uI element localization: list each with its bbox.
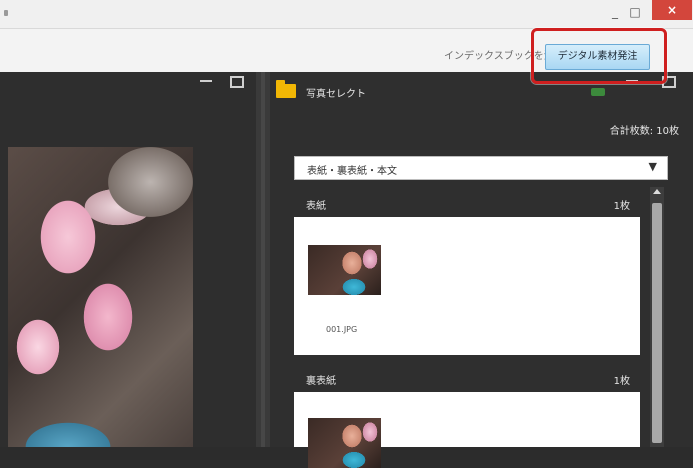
section-label: 裏表紙 <box>306 376 336 387</box>
window-minimize-button[interactable]: _ <box>606 4 624 22</box>
app-icon <box>4 10 8 16</box>
section-header-cover: 表紙 1枚 <box>294 194 640 212</box>
panel-splitter[interactable] <box>256 72 270 447</box>
scroll-thumb[interactable] <box>652 203 662 443</box>
window-titlebar: _ □ × <box>0 0 693 28</box>
image-preview-panel <box>0 72 256 447</box>
section-card-back-cover <box>294 392 640 468</box>
scrollbar[interactable] <box>650 187 664 447</box>
photo-background-light <box>108 147 193 217</box>
section-label: 表紙 <box>306 201 326 212</box>
photo-select-panel: 写真セレクト 合計枚数: 10枚 表紙・裏表紙・本文 ▼ 表紙 1枚 001.J… <box>270 72 693 468</box>
minimize-icon[interactable] <box>200 80 212 82</box>
folder-icon <box>276 80 296 98</box>
page-type-select[interactable]: 表紙・裏表紙・本文 ▼ <box>294 156 668 180</box>
digital-material-order-button[interactable]: デジタル素材発注 <box>545 44 650 70</box>
thumbnail-filename: 001.JPG <box>326 325 358 334</box>
select-value: 表紙・裏表紙・本文 <box>307 166 397 177</box>
section-count: 1枚 <box>613 201 630 212</box>
photo-thumbnail[interactable] <box>308 418 381 468</box>
maximize-icon[interactable] <box>230 76 244 88</box>
section-header-back-cover: 裏表紙 1枚 <box>294 369 640 387</box>
window-close-button[interactable]: × <box>652 0 692 20</box>
scroll-up-icon[interactable] <box>653 189 661 194</box>
window-maximize-button[interactable]: □ <box>626 4 644 22</box>
section-card-cover: 001.JPG <box>294 217 640 355</box>
panel-title: 写真セレクト <box>306 89 366 100</box>
add-icon[interactable] <box>591 88 605 96</box>
splitter-handle[interactable] <box>261 72 265 447</box>
preview-photo <box>8 147 193 447</box>
chevron-down-icon[interactable]: ▼ <box>649 160 657 173</box>
photo-thumbnail[interactable] <box>308 245 381 295</box>
section-count: 1枚 <box>613 376 630 387</box>
total-count: 合計枚数: 10枚 <box>609 126 679 137</box>
image-panel-header <box>0 72 256 102</box>
